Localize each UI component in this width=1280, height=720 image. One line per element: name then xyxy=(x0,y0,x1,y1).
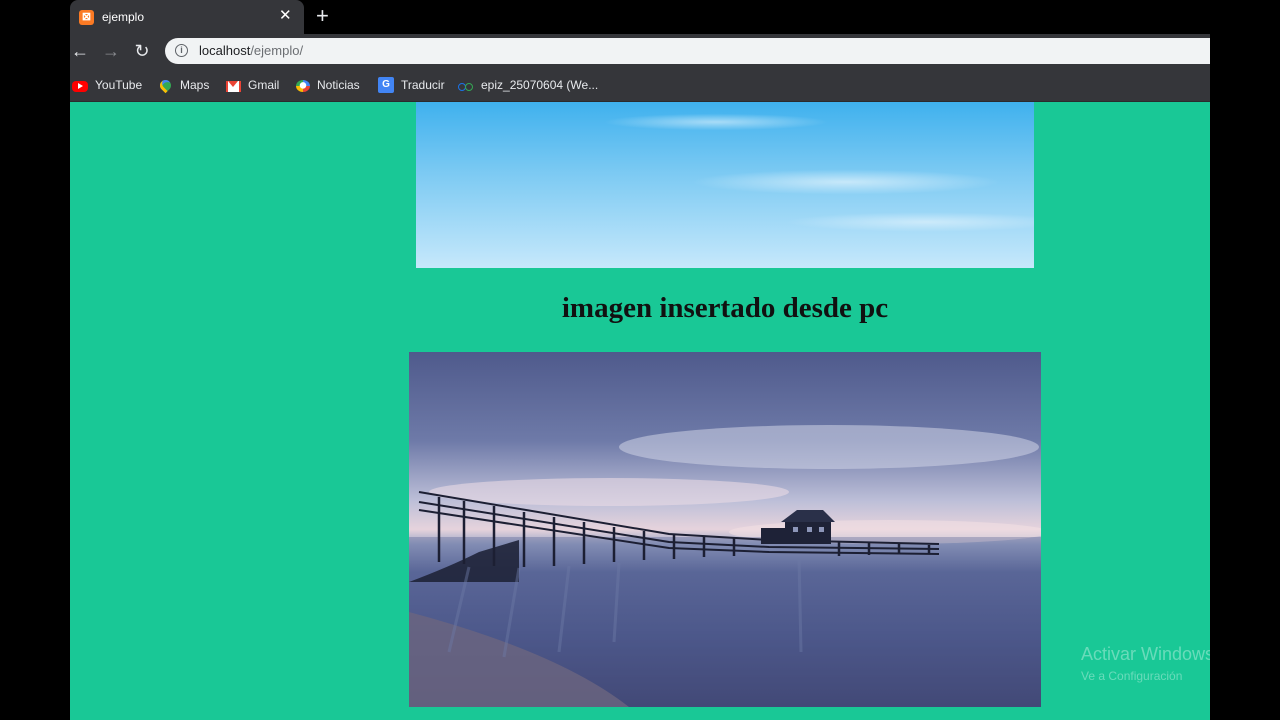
url-text[interactable]: localhost/ejemplo/ xyxy=(199,43,303,58)
new-tab-button[interactable]: + xyxy=(316,4,329,28)
tab-ejemplo[interactable]: ⊠ ejemplo ✕ xyxy=(70,0,304,34)
xampp-favicon-icon: ⊠ xyxy=(79,10,94,25)
browser-window: ⊠ ejemplo ✕ + ← → ↻ i localhost/ejemplo/… xyxy=(70,0,1210,720)
tab-close-icon[interactable]: ✕ xyxy=(279,7,292,25)
watermark-title: Activar Windows xyxy=(1081,644,1210,664)
bookmark-noticias[interactable]: Noticias xyxy=(296,77,360,93)
forward-button[interactable]: → xyxy=(99,39,123,63)
epiz-icon xyxy=(458,83,474,91)
bookmark-maps[interactable]: Maps xyxy=(157,77,210,93)
youtube-icon xyxy=(72,80,88,92)
browser-toolbar: ← → ↻ i localhost/ejemplo/ xyxy=(70,34,1210,68)
address-bar[interactable]: i localhost/ejemplo/ xyxy=(165,38,1210,64)
tab-title: ejemplo xyxy=(102,10,145,24)
maps-icon xyxy=(157,77,174,93)
site-info-icon[interactable]: i xyxy=(175,44,188,57)
page-content: imagen insertado desde pc Activar Window… xyxy=(70,102,1210,720)
sky-image xyxy=(416,102,1034,268)
bookmark-label: Traducir xyxy=(401,78,445,92)
news-icon xyxy=(296,80,310,92)
bookmark-label: epiz_25070604 (We... xyxy=(481,78,599,92)
gmail-icon xyxy=(226,80,241,92)
pier-photo xyxy=(409,352,1041,707)
bookmark-epiz[interactable]: epiz_25070604 (We... xyxy=(458,77,598,93)
watermark-subtitle: Ve a Configuración xyxy=(1081,669,1183,683)
back-button[interactable]: ← xyxy=(70,39,92,63)
pier-illustration xyxy=(409,425,1041,707)
bookmark-label: Noticias xyxy=(317,78,360,92)
bookmark-gmail[interactable]: Gmail xyxy=(226,77,279,93)
page-heading: imagen insertado desde pc xyxy=(561,292,889,324)
bookmark-label: Maps xyxy=(180,78,210,92)
bookmark-youtube[interactable]: YouTube xyxy=(72,77,142,93)
url-path: /ejemplo/ xyxy=(250,43,304,58)
bookmarks-bar: YouTube Maps Gmail Noticias G Traducir e… xyxy=(70,68,1210,102)
tab-strip: ⊠ ejemplo ✕ + xyxy=(70,0,1210,34)
translate-icon: G xyxy=(378,77,394,93)
url-host: localhost xyxy=(199,43,251,58)
activate-windows-watermark: Activar Windows Ve a Configuración xyxy=(1081,644,1210,683)
bookmark-traducir[interactable]: G Traducir xyxy=(378,77,445,93)
bookmark-label: YouTube xyxy=(95,78,143,92)
bookmark-label: Gmail xyxy=(248,78,280,92)
reload-button[interactable]: ↻ xyxy=(130,39,154,63)
